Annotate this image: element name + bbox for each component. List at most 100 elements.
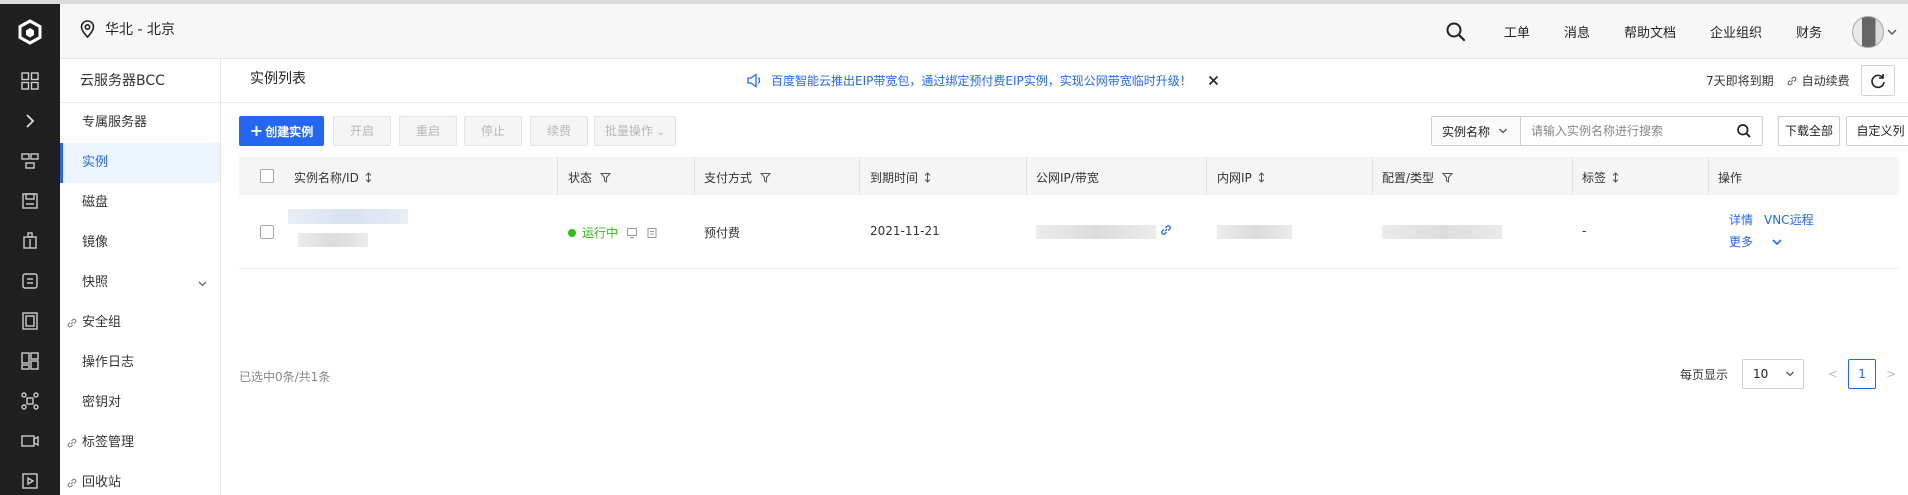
sidebar-item-key-pairs[interactable]: 密钥对	[60, 383, 220, 423]
expire-cell: 2021-11-21	[870, 224, 940, 238]
chevron-down-icon	[1499, 128, 1507, 134]
document-icon	[22, 273, 38, 289]
search-icon[interactable]	[1444, 20, 1468, 44]
link-icon	[67, 438, 77, 448]
stop-button[interactable]: 停止	[464, 116, 522, 146]
sort-icon	[1258, 172, 1265, 183]
col-name-id[interactable]: 实例名称/ID	[294, 169, 372, 186]
product-nav-6[interactable]	[18, 349, 42, 373]
sidebar-item-label: 操作日志	[82, 355, 135, 370]
product-nav-8[interactable]	[18, 429, 42, 453]
page-title: 实例列表	[250, 71, 306, 87]
private-ip-redacted	[1217, 225, 1292, 239]
search-field-select[interactable]: 实例名称	[1432, 117, 1521, 145]
col-private-ip[interactable]: 内网IP	[1217, 169, 1265, 186]
status-cell: 运行中	[568, 224, 658, 241]
sidebar-item-label: 镜像	[82, 235, 109, 250]
top-right-nav: 工单 消息 帮助文档 企业组织 财务	[1444, 4, 1908, 59]
chevron-right-icon	[26, 114, 35, 128]
product-nav-4[interactable]	[18, 269, 42, 293]
sidebar-item-images[interactable]: 镜像	[60, 223, 220, 263]
search-icon[interactable]	[1736, 123, 1752, 139]
sidebar-item-label: 标签管理	[82, 435, 135, 450]
col-expire[interactable]: 到期时间	[870, 169, 931, 186]
sidebar-item-operation-logs[interactable]: 操作日志	[60, 343, 220, 383]
video-icon	[21, 435, 39, 447]
custom-columns-button[interactable]: 自定义列	[1846, 116, 1908, 146]
start-button[interactable]: 开启	[333, 116, 391, 146]
log-icon[interactable]	[646, 227, 658, 239]
col-status[interactable]: 状态	[568, 169, 612, 186]
message-link[interactable]: 消息	[1564, 22, 1590, 41]
ticket-link[interactable]: 工单	[1504, 22, 1530, 41]
sidebar-item-disks[interactable]: 磁盘	[60, 183, 220, 223]
top-bar: 华北 - 北京 工单 消息 帮助文档 企业组织 财务	[0, 0, 1908, 59]
page-size-select[interactable]: 10	[1742, 359, 1805, 389]
col-public-ip: 公网IP/带宽	[1036, 169, 1099, 186]
row-checkbox[interactable]	[260, 225, 274, 239]
page-1-button[interactable]: 1	[1848, 359, 1877, 389]
dashboard-nav[interactable]	[18, 69, 42, 93]
search-field-label: 实例名称	[1442, 124, 1491, 139]
link-icon[interactable]	[1159, 223, 1173, 237]
sidebar-item-recycle-bin[interactable]: 回收站	[60, 463, 220, 495]
refresh-button[interactable]	[1861, 65, 1895, 96]
batch-operations-dropdown[interactable]: 批量操作 ⌄	[594, 116, 676, 146]
monitor-icon[interactable]	[626, 227, 638, 239]
product-nav-2[interactable]	[18, 189, 42, 213]
enterprise-org-link[interactable]: 企业组织	[1710, 22, 1762, 41]
instance-name-redacted[interactable]	[288, 209, 408, 224]
product-nav-7[interactable]	[18, 389, 42, 413]
download-all-button[interactable]: 下载全部	[1778, 116, 1840, 146]
vnc-remote-link[interactable]: VNC远程	[1764, 211, 1814, 228]
toolbar: +创建实例 开启 重启 停止 续费 批量操作 ⌄ 实例名称 下载全部 自定义列	[239, 116, 1908, 146]
renew-button[interactable]: 续费	[530, 116, 588, 146]
console-logo[interactable]	[0, 4, 60, 59]
sidebar-item-snapshots[interactable]: 快照	[60, 263, 220, 303]
col-label: 公网IP/带宽	[1036, 171, 1099, 185]
selection-summary: 已选中0条/共1条	[239, 370, 331, 384]
finance-link[interactable]: 财务	[1796, 22, 1822, 41]
floppy-icon	[22, 193, 38, 209]
product-nav-5[interactable]	[18, 309, 42, 333]
product-nav-3[interactable]	[18, 229, 42, 253]
next-page-button[interactable]: >	[1886, 367, 1896, 381]
chevron-down-icon	[1786, 371, 1794, 377]
col-payment[interactable]: 支付方式	[704, 169, 772, 186]
create-instance-button[interactable]: + 创建实例	[239, 116, 324, 146]
prev-page-button[interactable]: <	[1828, 367, 1838, 381]
expand-nav[interactable]	[18, 109, 42, 133]
notice-text[interactable]: 百度智能云推出EIP带宽包，通过绑定预付费EIP实例，实现公网带宽临时升级！	[771, 72, 1192, 89]
instance-table: 实例名称/ID 状态 支付方式 到期时间 公网IP/带宽 内网IP 配置/类型 …	[239, 157, 1899, 269]
sidebar-item-instances[interactable]: 实例	[60, 143, 220, 183]
search-input[interactable]	[1521, 117, 1736, 145]
sidebar-item-tag-management[interactable]: 标签管理	[60, 423, 220, 463]
chevron-down-icon: ⌄	[656, 127, 666, 138]
column-divider	[1372, 157, 1373, 195]
instance-search: 实例名称	[1431, 116, 1763, 146]
auto-renew-link[interactable]: 自动续费	[1786, 72, 1850, 89]
main-content: 实例列表 百度智能云推出EIP带宽包，通过绑定预付费EIP实例，实现公网带宽临时…	[221, 59, 1908, 495]
product-nav-9[interactable]	[18, 469, 42, 493]
select-all-checkbox[interactable]	[260, 169, 274, 183]
user-menu[interactable]	[1852, 15, 1898, 48]
expiring-link[interactable]: 7天即将到期	[1706, 72, 1774, 89]
col-tags[interactable]: 标签	[1582, 169, 1619, 186]
sort-icon	[365, 172, 372, 183]
column-divider	[1708, 157, 1709, 195]
restart-button[interactable]: 重启	[399, 116, 457, 146]
region-selector[interactable]: 华北 - 北京	[80, 19, 175, 39]
product-nav-1[interactable]	[18, 149, 42, 173]
sidebar-item-label: 回收站	[82, 475, 122, 490]
logo-icon	[18, 18, 42, 45]
help-docs-link[interactable]: 帮助文档	[1624, 22, 1676, 41]
sidebar-item-dedicated-server[interactable]: 专属服务器	[60, 103, 220, 143]
sidebar-item-security-groups[interactable]: 安全组	[60, 303, 220, 343]
col-config[interactable]: 配置/类型	[1382, 169, 1454, 186]
details-link[interactable]: 详情	[1729, 211, 1753, 228]
page-size-label: 每页显示	[1680, 367, 1729, 382]
server-icon	[22, 312, 38, 330]
close-icon[interactable]	[1208, 75, 1219, 86]
column-divider	[859, 157, 860, 195]
more-actions-link[interactable]: 更多	[1729, 233, 1783, 250]
